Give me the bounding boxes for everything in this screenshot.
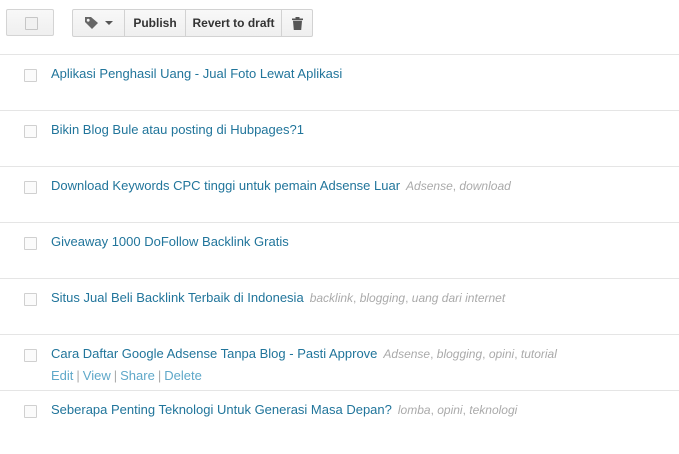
post-title-link[interactable]: Aplikasi Penghasil Uang - Jual Foto Lewa… [51,66,342,81]
chevron-down-icon [105,21,113,25]
post-action-share-link[interactable]: Share [120,368,155,383]
post-label-link[interactable]: download [459,179,510,193]
action-separator: | [76,368,80,383]
post-row-line: Seberapa Penting Teknologi Untuk Generas… [51,402,517,417]
post-row-checkbox[interactable] [24,69,37,82]
toolbar: Publish Revert to draft [0,0,679,48]
post-action-delete-link[interactable]: Delete [164,368,202,383]
post-labels: backlink, blogging, uang dari internet [310,291,505,305]
select-all-checkbox-box [25,17,38,30]
post-title-link[interactable]: Cara Daftar Google Adsense Tanpa Blog - … [51,346,377,361]
post-row-line: Situs Jual Beli Backlink Terbaik di Indo… [51,290,505,305]
post-row-checkbox[interactable] [24,125,37,138]
post-row: Cara Daftar Google Adsense Tanpa Blog - … [0,335,679,391]
post-label-link[interactable]: teknologi [469,403,517,417]
revert-to-draft-button[interactable]: Revert to draft [186,10,282,36]
publish-button[interactable]: Publish [125,10,186,36]
post-label-link[interactable]: uang dari internet [412,291,505,305]
label-separator: , [405,291,412,305]
post-row-checkbox[interactable] [24,293,37,306]
post-row: Seberapa Penting Teknologi Untuk Generas… [0,391,679,447]
post-row-actions: Edit | View | Share | Delete [51,368,202,383]
post-row: Bikin Blog Bule atau posting di Hubpages… [0,111,679,167]
post-action-view-link[interactable]: View [83,368,111,383]
post-row-checkbox[interactable] [24,181,37,194]
select-all-checkbox[interactable] [6,9,54,36]
post-title-link[interactable]: Bikin Blog Bule atau posting di Hubpages… [51,122,304,137]
post-title-link[interactable]: Seberapa Penting Teknologi Untuk Generas… [51,402,392,417]
post-row: Situs Jual Beli Backlink Terbaik di Indo… [0,279,679,335]
action-button-group: Publish Revert to draft [72,9,313,37]
post-label-link[interactable]: opini [437,403,462,417]
post-labels: Adsense, blogging, opini, tutorial [383,347,556,361]
label-separator: , [482,347,489,361]
post-row-line: Cara Daftar Google Adsense Tanpa Blog - … [51,346,557,361]
post-row-line: Aplikasi Penghasil Uang - Jual Foto Lewa… [51,66,342,81]
post-row-checkbox[interactable] [24,349,37,362]
post-row-line: Download Keywords CPC tinggi untuk pemai… [51,178,511,193]
post-row-line: Bikin Blog Bule atau posting di Hubpages… [51,122,304,137]
post-title-link[interactable]: Download Keywords CPC tinggi untuk pemai… [51,178,400,193]
post-labels: Adsense, download [406,179,511,193]
post-label-link[interactable]: lomba [398,403,431,417]
post-title-link[interactable]: Giveaway 1000 DoFollow Backlink Gratis [51,234,289,249]
action-separator: | [113,368,118,383]
label-separator: , [430,347,437,361]
post-action-edit-link[interactable]: Edit [51,368,73,383]
post-row-checkbox[interactable] [24,405,37,418]
action-separator: | [157,368,162,383]
post-label-link[interactable]: tutorial [521,347,557,361]
post-label-link[interactable]: Adsense [383,347,430,361]
post-label-link[interactable]: blogging [437,347,482,361]
post-label-link[interactable]: backlink [310,291,353,305]
label-dropdown-button[interactable] [73,10,125,36]
post-label-link[interactable]: opini [489,347,514,361]
post-list: Aplikasi Penghasil Uang - Jual Foto Lewa… [0,54,679,447]
post-label-link[interactable]: Adsense [406,179,453,193]
label-separator: , [514,347,521,361]
post-row-checkbox[interactable] [24,237,37,250]
post-row-line: Giveaway 1000 DoFollow Backlink Gratis [51,234,289,249]
label-separator: , [353,291,360,305]
post-title-link[interactable]: Situs Jual Beli Backlink Terbaik di Indo… [51,290,304,305]
trash-icon [291,16,303,30]
post-row: Aplikasi Penghasil Uang - Jual Foto Lewa… [0,55,679,111]
tag-icon [85,17,98,29]
post-labels: lomba, opini, teknologi [398,403,517,417]
delete-button[interactable] [282,10,312,36]
post-label-link[interactable]: blogging [360,291,405,305]
post-row: Download Keywords CPC tinggi untuk pemai… [0,167,679,223]
post-row: Giveaway 1000 DoFollow Backlink Gratis [0,223,679,279]
